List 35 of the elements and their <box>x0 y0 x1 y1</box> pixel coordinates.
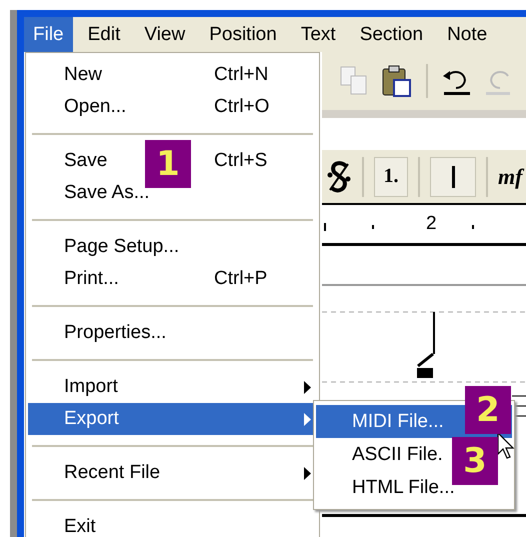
step-badge: 2 <box>465 386 511 434</box>
menu-item[interactable]: Properties... <box>64 322 166 344</box>
menu-title[interactable]: Note <box>438 17 496 52</box>
ending-button[interactable]: 1. <box>374 156 408 196</box>
menu-item[interactable]: Import <box>64 376 118 398</box>
segno-icon[interactable] <box>326 160 352 194</box>
menu-title[interactable]: Text <box>292 17 345 52</box>
menu-title[interactable]: Edit <box>78 17 130 52</box>
shortcut-text: Ctrl+P <box>214 268 268 290</box>
menu-item[interactable]: Exit <box>64 516 96 537</box>
menu-title[interactable]: File <box>24 17 73 52</box>
shortcut-text: Ctrl+N <box>214 64 268 86</box>
submenu-arrow-icon <box>304 467 311 480</box>
step-badge: 3 <box>452 437 498 485</box>
barline-button[interactable] <box>430 156 476 196</box>
menu-title[interactable]: Section <box>350 17 432 52</box>
menu-title[interactable]: Position <box>200 17 286 52</box>
ruler: 2 <box>322 205 526 246</box>
menu-item[interactable]: Print... <box>64 268 119 290</box>
menu-item[interactable]: HTML File... <box>352 476 455 498</box>
barline-icon <box>452 166 454 188</box>
menu-item[interactable]: Save <box>64 150 108 172</box>
submenu-arrow-icon <box>304 413 311 426</box>
menu-item[interactable]: Recent File <box>64 462 160 484</box>
dynamic-button[interactable]: mf <box>498 164 522 190</box>
menu-item[interactable]: ASCII File. <box>352 444 443 466</box>
paste-icon[interactable] <box>382 65 412 97</box>
shortcut-text: Ctrl+O <box>214 96 270 118</box>
menu-title[interactable]: View <box>135 17 194 52</box>
step-badge: 1 <box>145 140 191 188</box>
menu-item[interactable]: Page Setup... <box>64 236 180 258</box>
shortcut-text: Ctrl+S <box>214 150 268 172</box>
menu-item[interactable]: New <box>64 64 102 86</box>
menu-item[interactable]: Open... <box>64 96 126 118</box>
submenu-arrow-icon <box>304 381 311 394</box>
